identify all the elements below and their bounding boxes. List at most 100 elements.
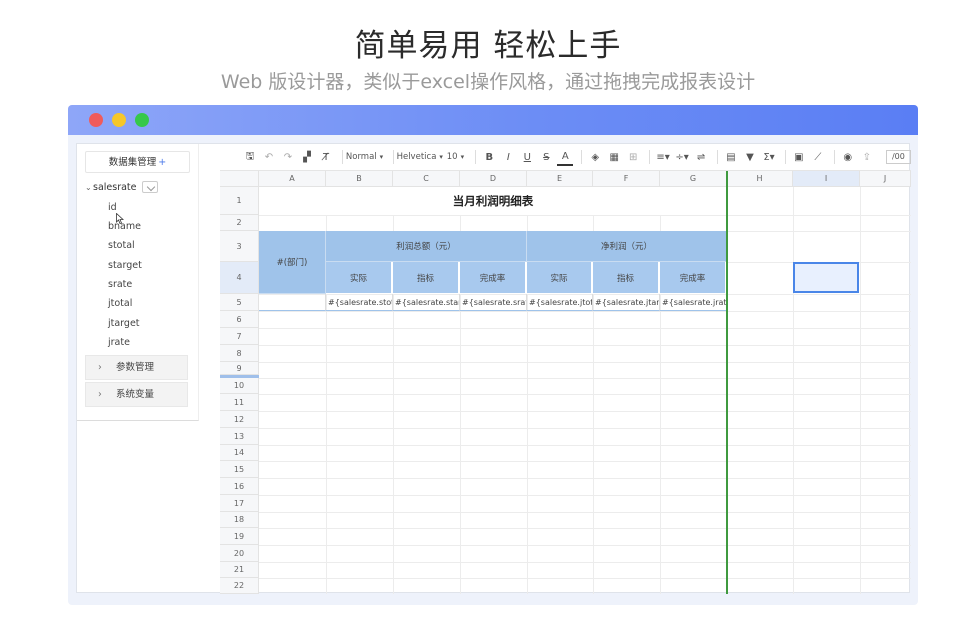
redo-icon[interactable]: ↷ [280,148,296,166]
param-manage-section[interactable]: › 参数管理 [85,355,188,380]
field-item[interactable]: srate [108,279,132,290]
system-variable-section[interactable]: › 系统变量 [85,382,188,407]
row-header[interactable]: 21 [220,562,259,578]
font-color-icon[interactable]: A [557,148,574,166]
formula-icon[interactable]: Σ▾ [761,148,777,166]
image-icon[interactable]: ▣ [791,148,807,166]
row-header[interactable]: 3 [220,231,259,262]
chevron-down-icon[interactable]: ⌄ [85,183,93,192]
row-header[interactable]: 13 [220,428,259,445]
row-header[interactable]: 19 [220,528,259,545]
format-painter-icon[interactable]: ▞ [299,148,315,166]
wrap-text-icon[interactable]: ⇌ [693,148,709,166]
group-header-cell[interactable]: 利润总额（元） [326,231,527,262]
column-header[interactable]: F [593,171,660,187]
dept-header-cell[interactable]: #(部门) [259,231,326,294]
row-header[interactable]: 18 [220,512,259,528]
style-select[interactable]: Normal [346,148,381,166]
sub-header-cell[interactable]: 完成率 [460,262,527,294]
freeze-line[interactable] [726,171,728,594]
sub-header-cell[interactable]: 完成率 [660,262,727,294]
row-header[interactable]: 2 [220,215,259,231]
report-title-cell[interactable]: 当月利润明细表 [259,187,727,215]
preview-eye-icon[interactable]: ◉ [840,148,856,166]
field-item[interactable]: id [108,202,117,213]
selected-cell[interactable] [793,262,859,293]
corner-cell[interactable] [220,171,259,187]
row-header[interactable]: 6 [220,311,259,328]
row-header[interactable]: 15 [220,461,259,478]
filter-icon[interactable]: ▼ [742,148,758,166]
row-header[interactable]: 12 [220,411,259,428]
row-header[interactable]: 10 [220,378,259,394]
row-header[interactable]: 11 [220,394,259,411]
minimize-window-button[interactable] [112,113,126,127]
sub-header-cell[interactable]: 实际 [326,262,393,294]
align-icon[interactable]: ≡▾ [655,148,671,166]
column-header-selected[interactable]: I [793,171,860,187]
data-cell[interactable]: #{salesrate.srate} [460,294,527,311]
row-header[interactable]: 20 [220,545,259,562]
row-header[interactable]: 22 [220,578,259,594]
dataset-node-salesrate[interactable]: ⌄ salesrate [85,180,158,194]
sub-header-cell[interactable]: 实际 [527,262,593,294]
strikethrough-icon[interactable]: S [538,148,554,166]
row-header[interactable]: 14 [220,445,259,461]
column-header[interactable]: B [326,171,393,187]
data-cell[interactable] [259,294,326,311]
dataset-manage-button[interactable]: 数据集管理 + [85,151,190,173]
sub-header-cell[interactable]: 指标 [593,262,660,294]
font-size-select[interactable]: 10 [447,148,463,166]
column-header[interactable]: D [460,171,527,187]
sub-header-cell[interactable]: 指标 [393,262,460,294]
column-header[interactable]: G [660,171,727,187]
save-icon[interactable]: 🖫 [242,148,258,166]
row-header[interactable]: 16 [220,478,259,495]
clear-format-icon[interactable]: T̸ [318,148,334,166]
column-header[interactable]: A [259,171,326,187]
spreadsheet-grid[interactable]: A B C D E F G H I J 1 2 3 4 5 6 7 8 9 10… [220,171,911,594]
add-dataset-icon[interactable]: + [158,157,166,168]
field-item[interactable]: jtotal [108,298,132,309]
data-cell[interactable]: #{salesrate.stotal} [326,294,393,311]
fill-color-icon[interactable]: ◈ [587,148,603,166]
data-cell[interactable]: #{salesrate.starget} [393,294,460,311]
row-header[interactable]: 5 [220,294,259,311]
underline-icon[interactable]: U [519,148,535,166]
field-item[interactable]: jtarget [108,318,140,329]
column-header[interactable]: J [860,171,911,187]
font-family-select[interactable]: Helvetica [397,148,440,166]
undo-icon[interactable]: ↶ [261,148,277,166]
column-header[interactable]: C [393,171,460,187]
data-cell[interactable]: #{salesrate.jtarget} [593,294,660,311]
field-item[interactable]: jrate [108,337,130,348]
bold-icon[interactable]: B [481,148,497,166]
row-header[interactable]: 17 [220,495,259,512]
export-icon[interactable]: ⇪ [859,148,875,166]
data-cell[interactable]: #{salesrate.jrate} [660,294,727,311]
chart-icon[interactable]: ⟋ [810,148,826,166]
group-header-cell[interactable]: 净利润（元） [527,231,727,262]
field-item[interactable]: starget [108,260,142,271]
freeze-icon[interactable]: ▤ [723,148,739,166]
row-header-selected[interactable]: 4 [220,262,259,294]
row-header[interactable]: 8 [220,345,259,362]
row-header[interactable]: 1 [220,187,259,215]
zoom-input[interactable]: /00 [885,150,911,164]
column-header[interactable]: H [727,171,793,187]
border-icon[interactable]: ▦ [606,148,622,166]
valign-icon[interactable]: ÷▾ [674,148,690,166]
row-header[interactable]: 7 [220,328,259,345]
edit-icon[interactable] [141,181,158,193]
close-window-button[interactable] [89,113,103,127]
maximize-window-button[interactable] [135,113,149,127]
report-designer: 数据集管理 + ⌄ salesrate id bname stotal starg… [76,143,911,594]
italic-icon[interactable]: I [500,148,516,166]
field-item[interactable]: bname [108,221,141,232]
merge-cells-icon[interactable]: ⊞ [625,148,641,166]
column-header[interactable]: E [527,171,593,187]
field-item[interactable]: stotal [108,240,135,251]
data-cell[interactable]: #{salesrate.jtotal} [527,294,593,311]
row-header[interactable]: 9 [220,362,259,375]
grid-line [259,512,911,513]
